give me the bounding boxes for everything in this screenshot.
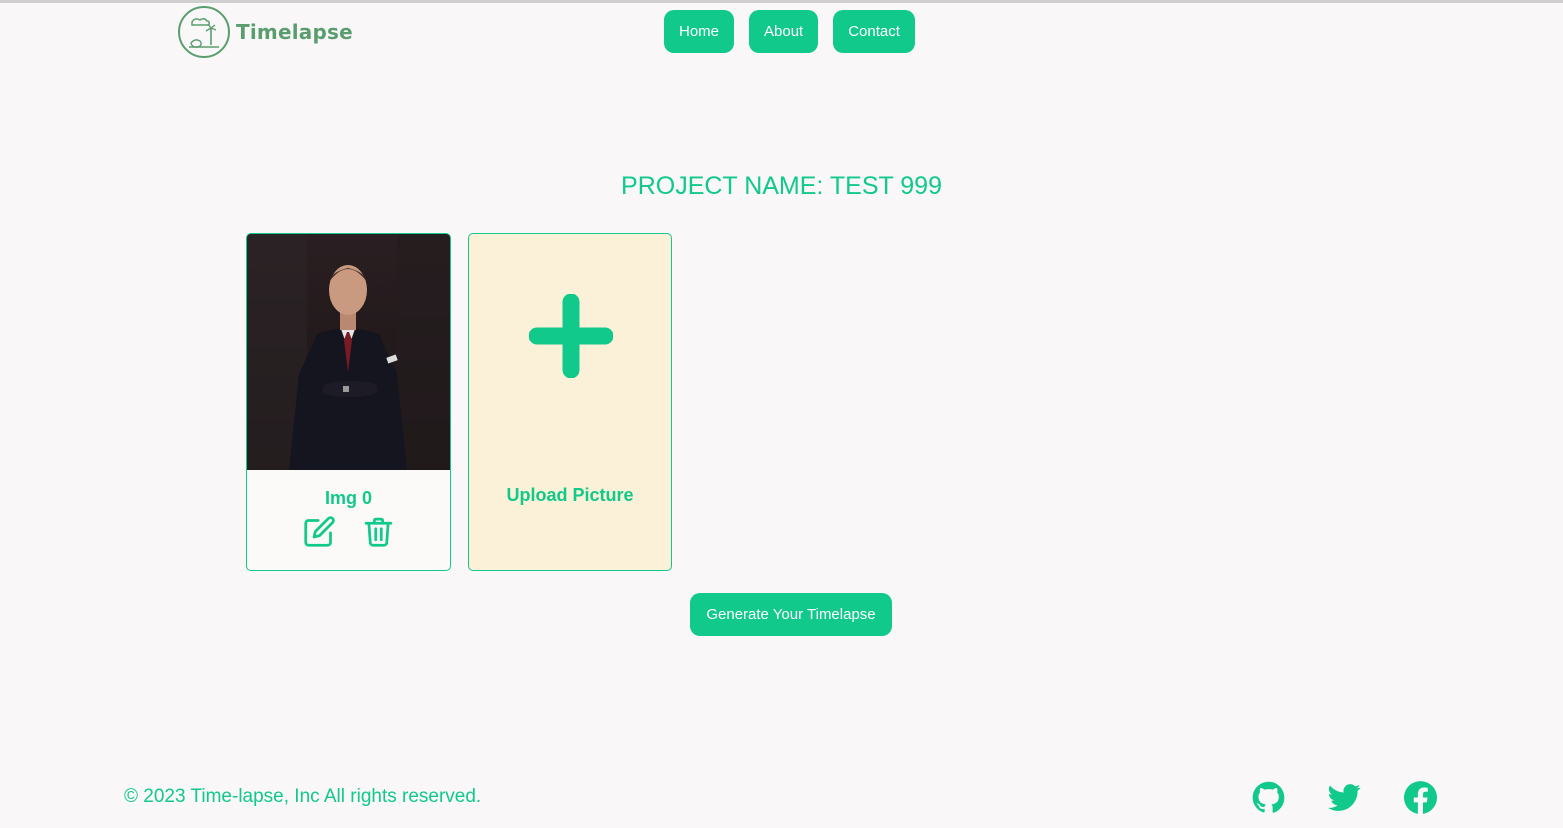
main-nav: Home About Contact (664, 10, 915, 53)
image-caption: Img 0 (324, 488, 372, 508)
facebook-icon[interactable] (1404, 781, 1437, 814)
plus-icon[interactable] (529, 294, 613, 378)
brand-logo[interactable]: Timelapse (177, 5, 353, 59)
upload-picture-card[interactable]: Upload Picture (468, 233, 672, 571)
nav-contact-button[interactable]: Contact (833, 10, 915, 53)
footer-copyright: © 2023 Time-lapse, Inc All rights reserv… (124, 786, 482, 807)
twitter-icon[interactable] (1328, 781, 1361, 814)
github-icon[interactable] (1252, 781, 1285, 814)
trash-icon[interactable] (362, 515, 395, 548)
project-image[interactable] (247, 234, 450, 470)
image-actions (247, 515, 450, 548)
top-border (0, 0, 1563, 3)
edit-icon[interactable] (303, 515, 336, 548)
nav-about-button[interactable]: About (749, 10, 819, 53)
page-title: PROJECT NAME: TEST 999 (621, 172, 942, 200)
nav-home-button[interactable]: Home (664, 10, 735, 53)
social-links (1252, 781, 1437, 814)
generate-timelapse-button[interactable]: Generate Your Timelapse (690, 593, 892, 636)
logo-icon (178, 6, 230, 58)
upload-picture-label: Upload Picture (506, 485, 634, 505)
image-card: Img 0 (246, 233, 451, 571)
brand-name: Timelapse (236, 20, 353, 44)
